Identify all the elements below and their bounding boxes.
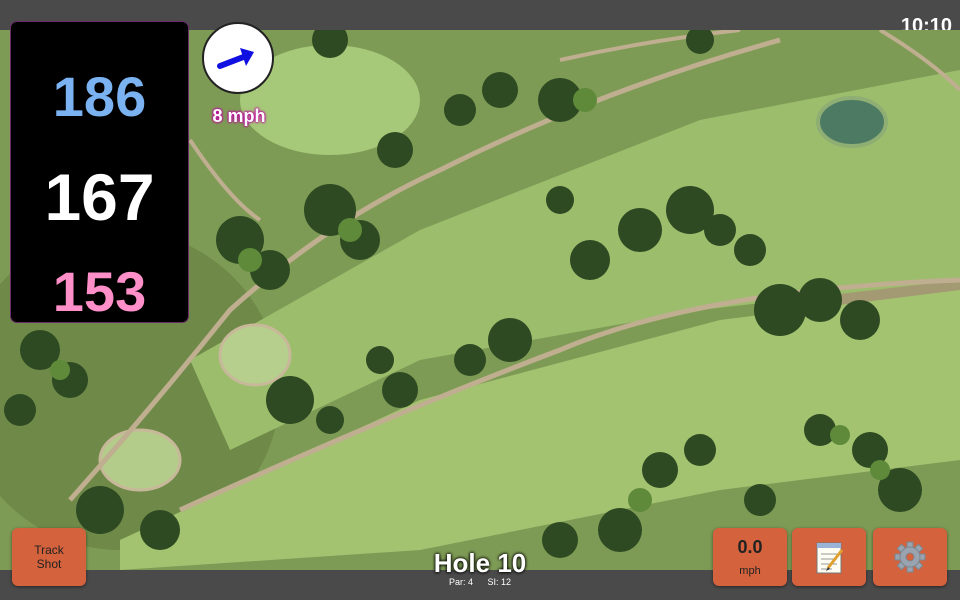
hole-title: Hole 10 — [433, 548, 527, 578]
hole-meta: Par: 4 SI: 12 — [380, 577, 580, 587]
distance-front: 153 — [52, 260, 147, 323]
hole-par: Par: 4 — [448, 577, 473, 587]
distance-middle: 167 — [44, 160, 155, 234]
distance-panel: 186 167 153 — [11, 22, 188, 323]
gear-icon — [894, 541, 926, 573]
track-shot-button[interactable]: Track Shot — [12, 528, 86, 586]
settings-button[interactable] — [873, 528, 947, 586]
speed-button[interactable]: 0.0 mph — [713, 528, 787, 586]
notepad-icon — [816, 542, 844, 574]
arrow-icon — [217, 48, 254, 69]
wind-indicator — [202, 22, 274, 94]
notes-button[interactable] — [792, 528, 866, 586]
hole-si: SI: 12 — [487, 577, 512, 587]
wind-speed: 8 mph — [212, 106, 266, 126]
speed-unit: mph — [739, 565, 761, 577]
speed-value: 0.0 — [737, 537, 763, 557]
distance-back: 186 — [52, 65, 147, 128]
